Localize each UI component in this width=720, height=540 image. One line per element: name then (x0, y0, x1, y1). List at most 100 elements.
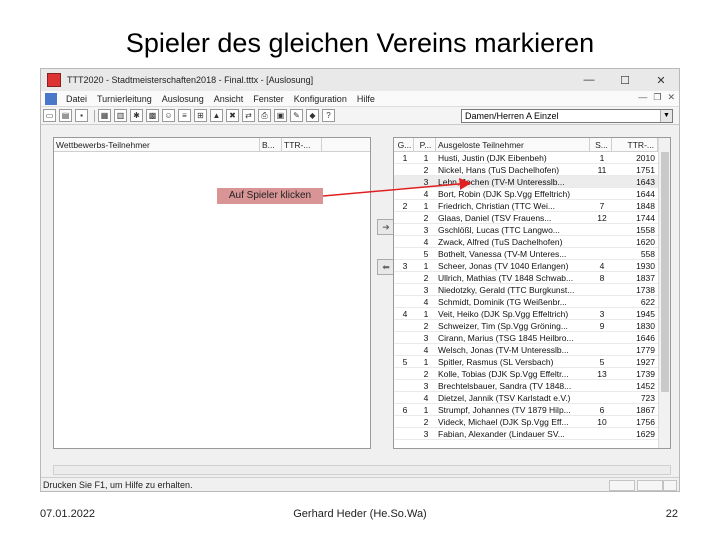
table-row[interactable]: 2 Videck, Michael (DJK Sp.Vgg Eff... 10 175… (394, 416, 670, 428)
column-header-participants[interactable]: Wettbewerbs-Teilnehmer (54, 138, 260, 151)
toolbar: ▭ ▤ ▪ ▦ ▥ ✱ ▩ ☺ ≡ ⊞ ▲ ✖ ⇄ ⎙ ▣ ✎ ◆ ? Dame… (41, 107, 679, 125)
preview-icon[interactable]: ▣ (274, 109, 287, 122)
table-row[interactable]: 4 Zwack, Alfred (TuS Dachelhofen) 1620 (394, 236, 670, 248)
move-icon[interactable]: ⇄ (242, 109, 255, 122)
grid-icon[interactable]: ▩ (146, 109, 159, 122)
column-header-ttr[interactable]: TTR-... (282, 138, 322, 151)
cell-ttr: 1930 (636, 261, 655, 271)
toolbar-divider (94, 109, 95, 122)
table-row[interactable]: 3 Fabian, Alexander (Lindauer SV... 1629 (394, 428, 670, 440)
menu-konfiguration[interactable]: Konfiguration (289, 94, 352, 104)
table-body: 1 1 Husti, Justin (DJK Eibenbeh) 1 2010 2 Nick… (394, 152, 670, 440)
users-icon[interactable]: ☺ (162, 109, 175, 122)
drawn-participants-table[interactable]: G... P... Ausgeloste Teilnehmer S... TTR… (393, 137, 671, 449)
table-row[interactable]: 3 Niedotzky, Gerald (TTC Burgkunst... 1738 (394, 284, 670, 296)
color-icon[interactable]: ◆ (306, 109, 319, 122)
table-row[interactable]: 4 Schmidt, Dominik (TG Weißenbr... 622 (394, 296, 670, 308)
settings-icon[interactable]: ✱ (130, 109, 143, 122)
mdi-close-button[interactable]: ✕ (667, 92, 675, 103)
cell-participant: Scheer, Jonas (TV 1040 Erlangen) (438, 261, 569, 271)
minimize-button[interactable]: — (571, 69, 607, 91)
vertical-scrollbar[interactable] (658, 138, 670, 448)
table-row[interactable]: 2 1 Friedrich, Christian (TTC Wei... 7 1848 (394, 200, 670, 212)
cell-participant: Veit, Heiko (DJK Sp.Vgg Effeltrich) (438, 309, 569, 319)
cell-group: 2 (402, 201, 408, 211)
horizontal-scrollbar[interactable] (53, 465, 671, 475)
table-row[interactable]: 4 1 Veit, Heiko (DJK Sp.Vgg Effeltrich) 3 19… (394, 308, 670, 320)
table-row[interactable]: 3 Cirann, Marius (TSG 1845 Heilbro... 1646 (394, 332, 670, 344)
cell-group (394, 320, 414, 331)
tree-icon[interactable]: ⊞ (194, 109, 207, 122)
cell-position: 2 (423, 369, 429, 379)
mdi-minimize-button[interactable]: — (638, 92, 647, 103)
table-row[interactable]: 6 1 Strumpf, Johannes (TV 1879 Hilp... 6 186… (394, 404, 670, 416)
table-row[interactable]: 2 Glaas, Daniel (TSV Frauens... 12 1744 (394, 212, 670, 224)
competition-select-value: Damen/Herren A Einzel (465, 111, 559, 121)
print-icon[interactable]: ⎙ (258, 109, 271, 122)
column-header-b[interactable]: B... (260, 138, 282, 151)
menu-auslosung[interactable]: Auslosung (157, 94, 209, 104)
table-row[interactable]: 5 1 Spitler, Rasmus (SL Versbach) 5 1927 (394, 356, 670, 368)
cell-position: 4 (423, 345, 429, 355)
table-row[interactable]: 2 Nickel, Hans (TuS Dachelhofen) 11 1751 (394, 164, 670, 176)
table-row[interactable]: 2 Kolle, Tobias (DJK Sp.Vgg Effeltr... 13 1… (394, 368, 670, 380)
cell-ttr: 1751 (636, 165, 655, 175)
cell-ttr: 1646 (636, 333, 655, 343)
column-header-position[interactable]: P... (414, 138, 436, 151)
table-row[interactable]: 2 Schweizer, Tim (Sp.Vgg Gröning... 9 1830 (394, 320, 670, 332)
cell-participant: Schmidt, Dominik (TG Weißenbr... (438, 297, 567, 307)
cell-group: 5 (402, 357, 408, 367)
cell-participant: Nickel, Hans (TuS Dachelhofen) (438, 165, 560, 175)
cell-seed (590, 344, 612, 355)
cell-position: 3 (423, 333, 429, 343)
menu-datei[interactable]: Datei (61, 94, 92, 104)
menu-turnierleitung[interactable]: Turnierleitung (92, 94, 157, 104)
mdi-restore-button[interactable]: ❐ (653, 92, 661, 103)
menu-hilfe[interactable]: Hilfe (352, 94, 380, 104)
table-row[interactable]: 4 Welsch, Jonas (TV-M Unteresslb... 1779 (394, 344, 670, 356)
close-button[interactable]: ✕ (643, 69, 679, 91)
cell-participant: Strumpf, Johannes (TV 1879 Hilp... (438, 405, 571, 415)
table-icon[interactable]: ▥ (114, 109, 127, 122)
cell-seed: 8 (599, 273, 605, 283)
cell-participant: Bort, Robin (DJK Sp.Vgg Effeltrich) (438, 189, 571, 199)
status-panel (663, 480, 677, 491)
column-header-seed[interactable]: S... (590, 138, 612, 151)
table-row[interactable]: 5 Bothelt, Vanessa (TV-M Unteres... 558 (394, 248, 670, 260)
cell-seed: 4 (599, 261, 605, 271)
edit-icon[interactable]: ✎ (290, 109, 303, 122)
menu-fenster[interactable]: Fenster (248, 94, 289, 104)
save-icon[interactable]: ▪ (75, 109, 88, 122)
participants-list[interactable]: Wettbewerbs-Teilnehmer B... TTR-... (53, 137, 371, 449)
menu-ansicht[interactable]: Ansicht (209, 94, 249, 104)
delete-icon[interactable]: ✖ (226, 109, 239, 122)
column-header-group[interactable]: G... (394, 138, 414, 151)
table-row[interactable]: 2 Ullrich, Mathias (TV 1848 Schwab... 8 183… (394, 272, 670, 284)
table-row[interactable]: 3 Brechtelsbauer, Sandra (TV 1848... 1452 (394, 380, 670, 392)
scrollbar-thumb[interactable] (661, 152, 669, 392)
column-header-ttr-right[interactable]: TTR-... (612, 138, 658, 151)
new-icon[interactable]: ▭ (43, 109, 56, 122)
open-icon[interactable]: ▤ (59, 109, 72, 122)
cell-participant: Brechtelsbauer, Sandra (TV 1848... (438, 381, 572, 391)
table-row[interactable]: 3 1 Scheer, Jonas (TV 1040 Erlangen) 4 1930 (394, 260, 670, 272)
cell-seed: 13 (597, 369, 607, 379)
chart-icon[interactable]: ▲ (210, 109, 223, 122)
competition-select[interactable]: Damen/Herren A Einzel ▼ (461, 109, 673, 123)
help-icon[interactable]: ? (322, 109, 335, 122)
table-row[interactable]: 3 Gschlößl, Lucas (TTC Langwo... 1558 (394, 224, 670, 236)
cell-seed (590, 284, 612, 295)
cell-seed: 5 (599, 357, 605, 367)
table-row[interactable]: 3 Lehn, Jochen (TV-M Unteresslb... 1643 (394, 176, 670, 188)
draw-icon[interactable]: ▦ (98, 109, 111, 122)
table-row[interactable]: 1 1 Husti, Justin (DJK Eibenbeh) 1 2010 (394, 152, 670, 164)
list-icon[interactable]: ≡ (178, 109, 191, 122)
table-row[interactable]: 4 Bort, Robin (DJK Sp.Vgg Effeltrich) 1644 (394, 188, 670, 200)
document-icon[interactable] (45, 92, 57, 105)
app-icon (47, 73, 61, 87)
column-header-drawn[interactable]: Ausgeloste Teilnehmer (436, 138, 590, 151)
maximize-button[interactable]: ☐ (607, 69, 643, 91)
chevron-down-icon[interactable]: ▼ (660, 110, 672, 122)
cell-participant: Schweizer, Tim (Sp.Vgg Gröning... (438, 321, 568, 331)
table-row[interactable]: 4 Dietzel, Jannik (TSV Karlstadt e.V.) 723 (394, 392, 670, 404)
